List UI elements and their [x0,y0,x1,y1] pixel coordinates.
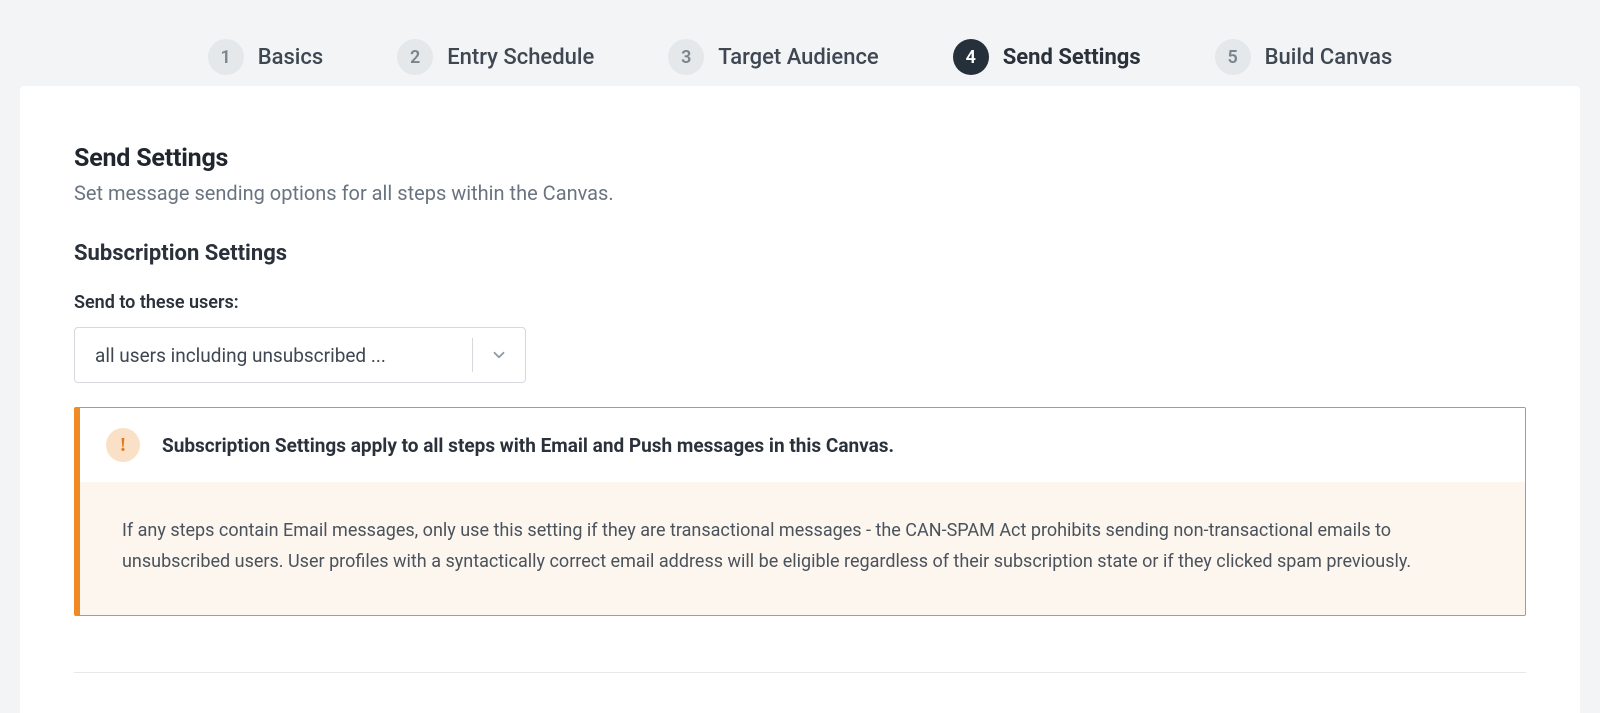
alert-header: ! Subscription Settings apply to all ste… [80,408,1525,482]
page-root: 1 Basics 2 Entry Schedule 3 Target Audie… [0,0,1600,713]
step-label: Send Settings [1003,45,1141,70]
settings-card: Send Settings Set message sending option… [20,86,1580,713]
field-label-send-to: Send to these users: [74,292,1526,313]
step-number-badge: 4 [953,39,989,75]
send-to-users-select[interactable]: all users including unsubscribed ... [74,327,526,383]
step-build-canvas[interactable]: 5 Build Canvas [1215,39,1393,75]
step-target-audience[interactable]: 3 Target Audience [668,39,878,75]
subscription-warning-alert: ! Subscription Settings apply to all ste… [74,407,1526,616]
step-label: Build Canvas [1265,45,1393,70]
step-number-badge: 5 [1215,39,1251,75]
alert-title: Subscription Settings apply to all steps… [162,434,894,457]
page-subtitle: Set message sending options for all step… [74,181,1526,205]
step-number-badge: 3 [668,39,704,75]
wizard-stepper: 1 Basics 2 Entry Schedule 3 Target Audie… [0,0,1600,86]
step-basics[interactable]: 1 Basics [208,39,323,75]
step-send-settings[interactable]: 4 Send Settings [953,39,1141,75]
step-label: Target Audience [718,45,878,70]
page-title: Send Settings [74,144,1526,173]
alert-body: If any steps contain Email messages, onl… [80,482,1525,615]
section-divider [74,672,1526,673]
step-label: Basics [258,45,323,70]
step-number-badge: 1 [208,39,244,75]
section-title-subscription: Subscription Settings [74,241,1526,266]
step-label: Entry Schedule [447,45,594,70]
select-value: all users including unsubscribed ... [75,328,472,382]
step-entry-schedule[interactable]: 2 Entry Schedule [397,39,594,75]
warning-icon: ! [106,428,140,462]
chevron-down-icon [473,328,525,382]
step-number-badge: 2 [397,39,433,75]
